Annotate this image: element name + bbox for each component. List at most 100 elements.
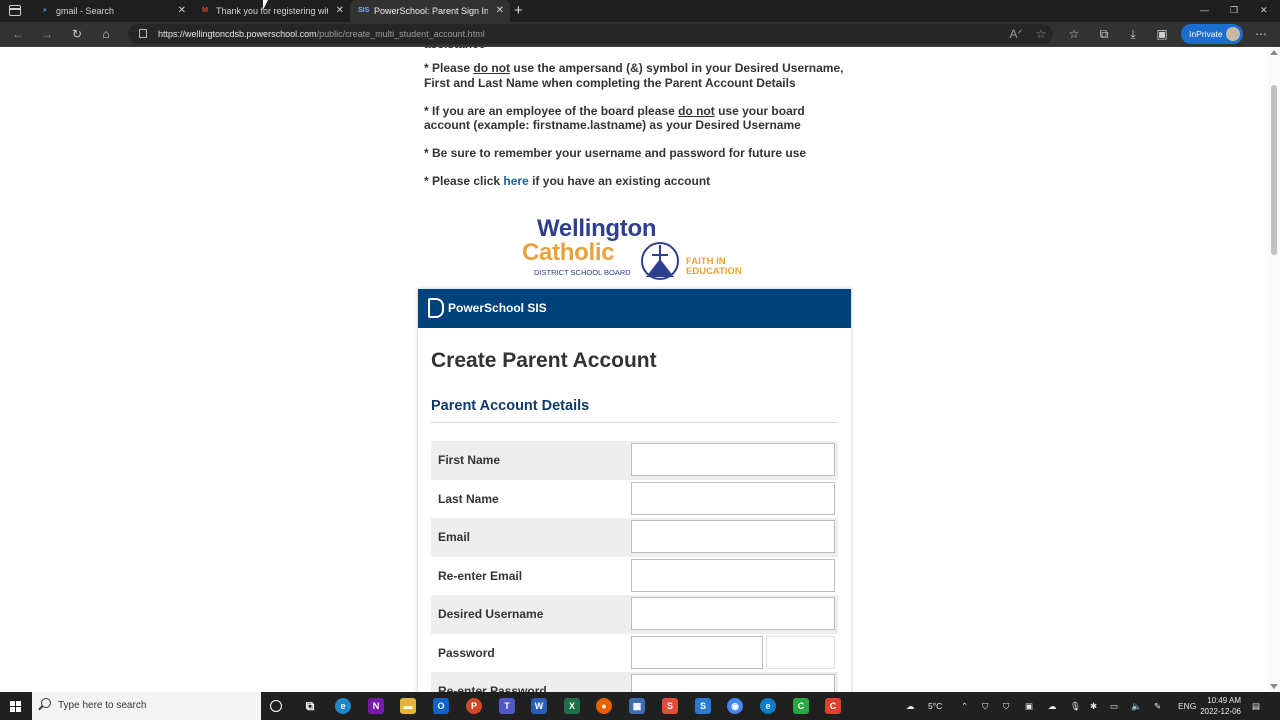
home-icon[interactable]: ⌂ — [98, 26, 114, 42]
close-icon[interactable]: ✕ — [178, 0, 186, 22]
tab-gmail-search[interactable]: ⌕ gmail - Search ✕ — [32, 0, 192, 22]
search-placeholder: Type here to search — [58, 700, 147, 711]
password-input[interactable] — [631, 635, 763, 669]
defender-icon[interactable]: ⛉ — [1003, 692, 1009, 720]
page-viewport: assistance * Please do not use the amper… — [0, 47, 1268, 692]
search-icon — [41, 698, 51, 708]
instruction-existing-account: * Please click here if you have an exist… — [424, 174, 854, 189]
weather-temp[interactable]: 5°C — [928, 692, 942, 720]
chrome-icon[interactable]: ◉ — [727, 698, 743, 714]
close-icon[interactable]: ✕ — [336, 0, 344, 22]
create-account-card: PowerSchool SIS Create Parent Account Pa… — [418, 289, 851, 692]
first-name-input[interactable] — [631, 443, 835, 476]
parent-account-form: First Name Last Name Email Re-enter Emai… — [431, 441, 838, 692]
password-strength-meter — [766, 635, 835, 669]
close-icon[interactable]: ✕ — [496, 0, 504, 22]
tab-gmail-thank-you[interactable]: M Thank you for registering with t ✕ — [192, 0, 350, 22]
teams-icon[interactable]: T — [499, 698, 515, 714]
favorites-icon[interactable]: ☆ — [1066, 26, 1082, 42]
last-name-input[interactable] — [631, 481, 835, 515]
tab-title: Thank you for registering with t — [216, 6, 328, 16]
logo-tagline: FAITH IN EDUCATION — [686, 257, 742, 277]
edge-dev-icon[interactable]: e — [760, 698, 776, 714]
windows-taskbar: Type here to search ⧉ e N ▬ O P T W X ● … — [0, 692, 1280, 720]
cortana-icon[interactable] — [270, 700, 282, 712]
close-window-icon[interactable]: ✕ — [1260, 0, 1268, 20]
logo-line-catholic: Catholic — [522, 239, 615, 266]
instruction-ampersand: * Please do not use the ampersand (&) sy… — [424, 61, 854, 90]
refresh-icon[interactable]: ↻ — [69, 26, 85, 42]
cross-emblem-icon — [641, 242, 679, 280]
onedrive-icon[interactable]: ☁ — [1048, 692, 1057, 720]
more-menu-icon[interactable]: ⋯ — [1253, 26, 1269, 42]
clock[interactable]: 10:49 AM 2022-12-06 — [1195, 695, 1241, 717]
excel-icon[interactable]: X — [564, 698, 580, 714]
app-c-red-icon[interactable]: C — [825, 698, 841, 714]
edge-icon[interactable]: e — [335, 698, 351, 714]
favorite-star-icon[interactable]: ☆ — [1033, 26, 1049, 42]
app-s-red-icon[interactable]: S — [662, 698, 678, 714]
pen-icon[interactable]: ✎ — [1154, 692, 1161, 720]
outlook-icon[interactable]: O — [433, 698, 449, 714]
field-label: Re-enter Password — [438, 684, 547, 692]
back-icon[interactable]: ← — [10, 26, 26, 42]
security-shield-icon[interactable]: ⛉ — [982, 692, 988, 720]
avatar — [1226, 27, 1240, 41]
minimize-icon[interactable]: — — [1200, 0, 1209, 20]
card-brand: PowerSchool SIS — [448, 301, 547, 315]
calculator-icon[interactable]: ▦ — [629, 698, 645, 714]
app-s-blue-icon[interactable]: S — [695, 698, 711, 714]
url-text[interactable]: https://wellingtoncdsb.powerschool.com/p… — [158, 24, 485, 44]
taskbar-search[interactable]: Type here to search — [32, 692, 261, 720]
email-input[interactable] — [631, 520, 835, 553]
form-row-reenter-password: Re-enter Password — [431, 672, 838, 692]
read-aloud-icon[interactable]: Aᐟ — [1008, 26, 1024, 42]
scroll-down-icon[interactable] — [1270, 684, 1278, 689]
instruction-employee: * If you are an employee of the board pl… — [424, 104, 854, 133]
extensions-icon[interactable]: ▣ — [1154, 26, 1170, 42]
note-text: * Please — [424, 61, 474, 75]
weather-icon[interactable]: ☁ — [906, 692, 915, 720]
bluetooth-icon[interactable]: ✱ — [1090, 692, 1097, 720]
forward-icon[interactable]: → — [39, 26, 55, 42]
logo-line-board: DISTRICT SCHOOL BOARD — [534, 268, 631, 277]
tray-app-icon[interactable]: ▣ — [1025, 692, 1033, 720]
clock-time: 10:49 AM — [1207, 696, 1241, 705]
firefox-icon[interactable]: ● — [596, 698, 612, 714]
page-scrollbar[interactable] — [1268, 47, 1280, 692]
field-label: Last Name — [438, 491, 499, 506]
restore-icon[interactable]: ❐ — [1230, 0, 1238, 20]
collections-icon[interactable]: ⧉ — [1096, 26, 1112, 42]
inprivate-badge[interactable]: InPrivate — [1181, 24, 1243, 44]
reenter-password-input[interactable] — [631, 674, 835, 692]
powerpoint-icon[interactable]: P — [466, 698, 482, 714]
url-path: /public/create_multi_student_account.htm… — [316, 29, 485, 39]
app-c-green-icon[interactable]: C — [793, 698, 809, 714]
mic-icon[interactable]: 🎙 — [1070, 692, 1081, 720]
address-bar[interactable]: https://wellingtoncdsb.powerschool.com/p… — [128, 24, 1053, 44]
show-hidden-icons[interactable]: ⌃ — [961, 692, 968, 720]
network-icon[interactable]: ▭ — [1110, 692, 1118, 720]
language-indicator[interactable]: ENG — [1178, 692, 1196, 720]
board-logo: Wellington Catholic DISTRICT SCHOOL BOAR… — [520, 215, 760, 285]
inprivate-label: InPrivate — [1189, 29, 1223, 39]
sis-icon: SIS — [358, 7, 370, 14]
here-link[interactable]: here — [503, 174, 528, 188]
scroll-up-icon[interactable] — [1270, 50, 1278, 55]
file-explorer-icon[interactable]: ▬ — [400, 698, 416, 714]
tab-powerschool[interactable]: SIS PowerSchool: Parent Sign In ✕ — [350, 0, 510, 22]
section-divider — [431, 422, 838, 423]
new-tab-button[interactable]: + — [514, 0, 523, 21]
desired-username-input[interactable] — [631, 597, 835, 630]
windows-start-icon[interactable] — [10, 701, 21, 712]
task-view-icon[interactable]: ⧉ — [302, 698, 318, 714]
tab-actions-icon[interactable] — [9, 5, 21, 16]
volume-icon[interactable]: 🔈 — [1131, 692, 1142, 720]
lock-icon[interactable] — [139, 29, 147, 38]
reenter-email-input[interactable] — [631, 558, 835, 592]
scrollbar-thumb[interactable] — [1271, 85, 1277, 255]
word-icon[interactable]: W — [531, 698, 547, 714]
onenote-icon[interactable]: N — [368, 698, 384, 714]
downloads-icon[interactable]: ⤓ — [1125, 26, 1141, 42]
notifications-icon[interactable]: ▤ — [1252, 692, 1260, 720]
